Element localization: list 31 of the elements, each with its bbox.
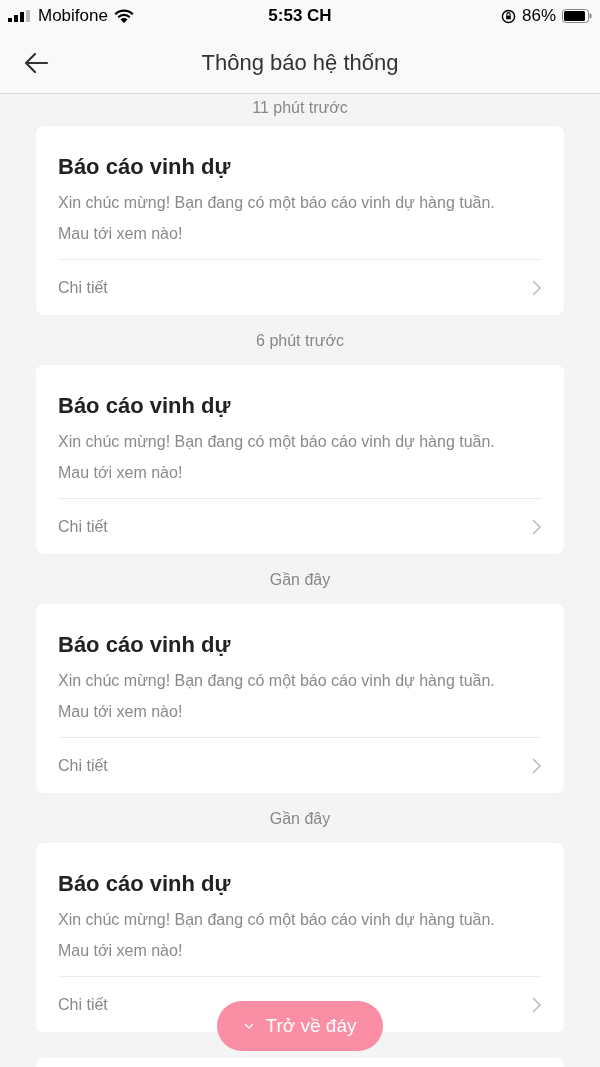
- timestamp: Gần đây: [269, 809, 331, 829]
- details-link[interactable]: Chi tiết: [58, 753, 108, 778]
- carrier-name: Mobifone: [38, 5, 108, 28]
- chevron-down-icon: [243, 1023, 254, 1029]
- card-message: Xin chúc mừng! Bạn đang có một báo cáo vinh dự hàng tuần. Mau tới xem nào!: [58, 910, 496, 961]
- card-title: Báo cáo vinh dự: [58, 631, 232, 659]
- card-title: Báo cáo vinh dự: [58, 870, 232, 898]
- chevron-right-icon: [532, 279, 542, 296]
- card-title: Báo cáo vinh dự: [58, 153, 232, 181]
- signal-icon: [8, 10, 32, 22]
- page-title: Thông báo hệ thống: [201, 49, 399, 77]
- clock-time: 5:53 CH: [268, 5, 332, 28]
- timestamp: Gần đây: [269, 570, 331, 590]
- timestamp: 11 phút trước: [252, 98, 348, 118]
- chevron-right-icon: [532, 996, 542, 1013]
- rotation-lock-icon: [500, 8, 516, 24]
- card-message: Xin chúc mừng! Bạn đang có một báo cáo vinh dự hàng tuần. Mau tới xem nào!: [58, 193, 496, 244]
- wifi-icon: [113, 8, 134, 24]
- details-link[interactable]: Chi tiết: [58, 992, 108, 1017]
- details-link[interactable]: Chi tiết: [58, 275, 108, 300]
- timestamp: 6 phút trước: [256, 331, 344, 351]
- scroll-to-bottom-button[interactable]: Trở về đáy: [217, 1001, 383, 1051]
- back-arrow-icon: [23, 52, 49, 74]
- battery-percent: 86%: [521, 5, 556, 28]
- chevron-right-icon: [532, 757, 542, 774]
- card-message: Xin chúc mừng! Bạn đang có một báo cáo vinh dự hàng tuần. Mau tới xem nào!: [58, 432, 496, 483]
- card-title: Báo cáo vinh dự: [58, 392, 232, 420]
- battery-icon: [562, 9, 592, 23]
- chevron-right-icon: [532, 518, 542, 535]
- card-message: Xin chúc mừng! Bạn đang có một báo cáo vinh dự hàng tuần. Mau tới xem nào!: [58, 671, 496, 722]
- details-link[interactable]: Chi tiết: [58, 514, 108, 539]
